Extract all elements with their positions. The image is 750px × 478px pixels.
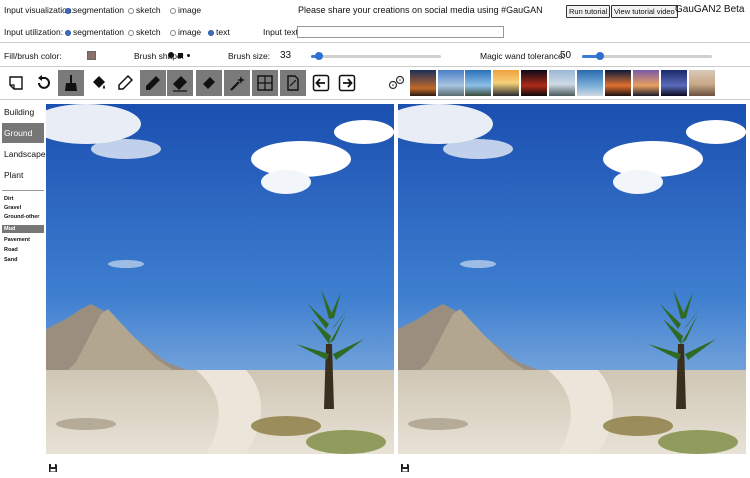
paint-bucket-icon[interactable] xyxy=(86,70,112,96)
visualization-label: Input visualization: xyxy=(4,5,74,15)
category-plant[interactable]: Plant xyxy=(2,165,44,185)
output-canvas xyxy=(398,104,746,454)
style-thumbnail-3[interactable] xyxy=(465,70,491,96)
utilization-label: Input utilization: xyxy=(4,27,64,37)
visualization-option-segmentation[interactable]: segmentation xyxy=(65,3,124,17)
style-thumbnail-11[interactable] xyxy=(689,70,715,96)
view-tutorial-video-button[interactable]: View tutorial video xyxy=(611,5,678,18)
style-thumbnail-2[interactable] xyxy=(438,70,464,96)
eraser-icon[interactable] xyxy=(167,70,193,96)
style-thumbnail-9[interactable] xyxy=(633,70,659,96)
subcategory-mud[interactable]: Mud xyxy=(2,225,44,233)
fill-color-swatch[interactable] xyxy=(87,51,96,60)
category-building[interactable]: Building xyxy=(2,102,44,122)
subcategory-ground-other[interactable]: Ground-other xyxy=(2,213,44,221)
category-landscape[interactable]: Landscape xyxy=(2,144,46,164)
input-text-field[interactable] xyxy=(297,26,504,38)
brush-shape-circle-small[interactable] xyxy=(187,54,190,57)
radio-icon xyxy=(170,29,176,36)
run-tutorial-button[interactable]: Run tutorial xyxy=(566,5,611,18)
utilization-option-sketch[interactable]: sketch xyxy=(128,25,161,39)
save-input-icon[interactable] xyxy=(48,460,58,472)
app-title: GauGAN2 Beta xyxy=(675,4,745,15)
subcategory-gravel[interactable]: Gravel xyxy=(2,204,44,212)
input-canvas[interactable] xyxy=(46,104,394,454)
brush-size-thumb[interactable] xyxy=(314,52,323,60)
style-thumbnail-7[interactable] xyxy=(577,70,603,96)
style-thumbnail-1[interactable] xyxy=(410,70,436,96)
brush-size-value: 33 xyxy=(280,50,292,61)
style-thumbnail-10[interactable] xyxy=(661,70,687,96)
utilization-row: Input utilization: segmentation sketch i… xyxy=(0,25,750,39)
output-canvas-image xyxy=(398,104,746,454)
wand-tolerance-label: Magic wand tolerance: xyxy=(480,51,566,61)
eraser-small-icon[interactable] xyxy=(196,70,222,96)
radio-icon xyxy=(65,7,71,14)
category-divider xyxy=(2,190,44,191)
category-ground[interactable]: Ground xyxy=(2,123,44,143)
brush-shape-label: Brush shape: xyxy=(134,51,185,61)
document-icon[interactable] xyxy=(280,70,306,96)
input-text-label: Input text: xyxy=(263,27,301,37)
visualization-option-image[interactable]: image xyxy=(170,3,201,17)
radio-icon xyxy=(65,29,71,36)
brush-shape-circle-large[interactable] xyxy=(168,52,174,58)
utilization-option-segmentation[interactable]: segmentation xyxy=(65,25,124,39)
visualization-option-sketch[interactable]: sketch xyxy=(128,3,161,17)
wand-tolerance-value: 50 xyxy=(560,50,572,61)
undo-icon[interactable] xyxy=(30,70,56,96)
save-output-icon[interactable] xyxy=(400,460,410,472)
wand-tolerance-slider[interactable] xyxy=(582,52,712,60)
fill-color-label: Fill/brush color: xyxy=(4,51,62,61)
brush-size-label: Brush size: xyxy=(228,51,271,61)
subcategory-road[interactable]: Road xyxy=(2,246,44,254)
divider xyxy=(0,99,750,100)
subcategory-sand[interactable]: Sand xyxy=(2,256,44,264)
radio-icon xyxy=(128,29,134,36)
visualization-row: Input visualization: segmentation sketch… xyxy=(0,3,750,18)
new-canvas-icon[interactable] xyxy=(3,70,29,96)
dropper-icon[interactable] xyxy=(112,70,138,96)
brush-row: Fill/brush color: Brush shape: Brush siz… xyxy=(0,49,750,63)
subcategory-pavement[interactable]: Pavement xyxy=(2,236,44,244)
style-thumbnail-6[interactable] xyxy=(549,70,575,96)
utilization-option-image[interactable]: image xyxy=(170,25,201,39)
style-thumbnail-4[interactable] xyxy=(493,70,519,96)
utilization-option-text[interactable]: text xyxy=(208,25,230,39)
clear-brush-icon[interactable] xyxy=(58,70,84,96)
style-thumbnail-5[interactable] xyxy=(521,70,547,96)
pencil-icon[interactable] xyxy=(140,70,166,96)
dice-icon[interactable] xyxy=(384,70,410,96)
brush-size-slider[interactable] xyxy=(311,52,441,60)
radio-icon xyxy=(170,7,176,14)
subcategory-dirt[interactable]: Dirt xyxy=(2,195,44,203)
divider xyxy=(0,66,750,67)
wand-tolerance-thumb[interactable] xyxy=(596,52,605,60)
arrow-right-icon[interactable] xyxy=(334,70,360,96)
share-banner: Please share your creations on social me… xyxy=(298,5,543,15)
radio-icon xyxy=(208,29,214,36)
arrow-left-icon[interactable] xyxy=(308,70,334,96)
magic-wand-icon[interactable] xyxy=(224,70,250,96)
brush-shape-square[interactable] xyxy=(178,53,183,58)
split-layout-icon[interactable] xyxy=(252,70,278,96)
divider xyxy=(0,42,750,43)
radio-icon xyxy=(128,7,134,14)
input-canvas-image xyxy=(46,104,394,454)
style-thumbnail-8[interactable] xyxy=(605,70,631,96)
